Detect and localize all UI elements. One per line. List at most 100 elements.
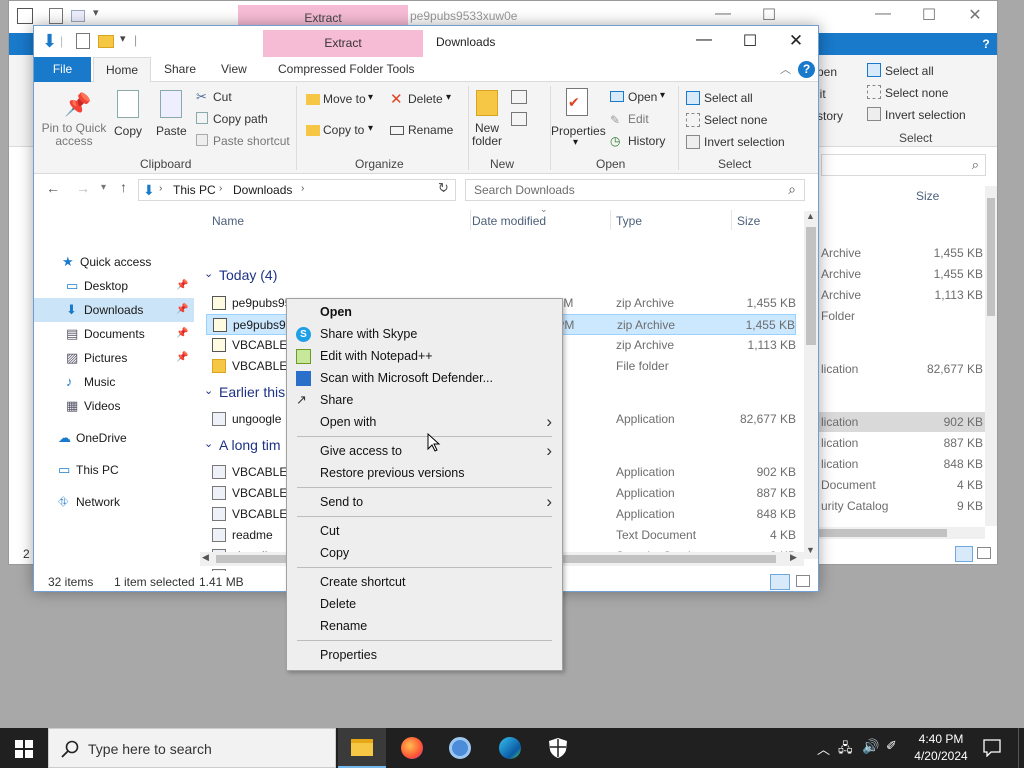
bg-table-row[interactable]: lication 887 KB [817, 433, 985, 453]
breadcrumb-chevron-icon[interactable]: › [159, 183, 162, 194]
column-divider[interactable] [610, 210, 611, 230]
bg-open-button[interactable]: pen [817, 65, 837, 79]
bg-maximize-button[interactable]: ☐ [746, 5, 792, 25]
edit-button[interactable]: Edit [628, 112, 649, 126]
bg-minimize-button-2[interactable]: — [860, 5, 906, 23]
taskbar-search-box[interactable]: Type here to search [48, 728, 336, 768]
extract-tab[interactable]: Extract [263, 30, 423, 57]
nav-item-downloads[interactable]: ⬇ Downloads 📌 [34, 298, 194, 322]
bg-large-icons-view-icon[interactable] [977, 547, 991, 559]
bg-history-button[interactable]: story [817, 109, 843, 123]
paste-shortcut-button[interactable]: Paste shortcut [213, 134, 290, 148]
scroll-right-icon[interactable]: ▶ [790, 552, 797, 563]
copy-path-button[interactable]: Copy path [213, 112, 268, 126]
nav-item-music[interactable]: ♪ Music [34, 370, 194, 394]
history-button[interactable]: History [628, 134, 665, 148]
bg-table-row[interactable]: Archive 1,455 KB [817, 264, 985, 284]
tab-share[interactable]: Share [152, 57, 208, 82]
copy-to-dropdown-icon[interactable]: ▾ [368, 123, 373, 134]
bg-properties-icon[interactable] [49, 8, 63, 24]
pin-icon[interactable]: 📌 [176, 274, 188, 298]
breadcrumb-chevron-icon[interactable]: › [301, 183, 304, 194]
menu-item-open[interactable]: Open [287, 301, 562, 323]
refresh-icon[interactable]: ↻ [438, 180, 449, 196]
bg-select-all-button[interactable]: Select all [885, 64, 934, 78]
chevron-down-icon[interactable]: ⌄ [204, 267, 213, 280]
network-tray-icon[interactable]: 🖧 [838, 739, 853, 761]
search-input[interactable]: Search Downloads ⌕ [465, 179, 805, 201]
details-view-icon[interactable] [770, 574, 790, 590]
column-divider[interactable] [470, 210, 471, 230]
group-header[interactable]: ⌄ Today (4) [204, 266, 794, 286]
select-none-button[interactable]: Select none [704, 113, 767, 127]
recent-locations-icon[interactable]: ▾ [101, 182, 106, 193]
tray-time[interactable]: 4:40 PM [916, 732, 966, 746]
bg-qat-dropdown-icon[interactable]: ▾ [93, 6, 99, 19]
menu-item-delete[interactable]: Delete [287, 593, 562, 615]
taskbar-security[interactable] [536, 728, 580, 768]
properties-dropdown-icon[interactable]: ▾ [573, 137, 578, 148]
nav-item-videos[interactable]: ▦ Videos [34, 394, 194, 418]
tab-view[interactable]: View [209, 57, 259, 82]
easy-access-icon[interactable] [511, 112, 527, 126]
scroll-thumb[interactable] [806, 227, 816, 345]
bg-vertical-scrollbar[interactable] [985, 186, 997, 526]
menu-item-create-shortcut[interactable]: Create shortcut [287, 571, 562, 593]
breadcrumb-this-pc[interactable]: This PC [173, 183, 216, 197]
bg-hscroll-thumb[interactable] [817, 529, 947, 537]
select-all-button[interactable]: Select all [704, 91, 753, 105]
cut-button[interactable]: Cut [213, 90, 232, 104]
menu-item-give-access-to[interactable]: Give access to › [287, 440, 562, 462]
tab-compressed-folder-tools[interactable]: Compressed Folder Tools [266, 57, 427, 82]
bg-select-none-button[interactable]: Select none [885, 86, 948, 100]
bg-details-view-icon[interactable] [955, 546, 973, 562]
paste-button[interactable]: Paste [156, 124, 187, 138]
vertical-scrollbar[interactable]: ▲ ▼ [804, 211, 818, 559]
volume-icon[interactable]: 🔊 [862, 738, 879, 755]
forward-arrow-icon[interactable]: → [76, 180, 90, 196]
tab-home[interactable]: Home [93, 57, 152, 83]
bg-invert-selection-button[interactable]: Invert selection [885, 108, 966, 122]
help-icon[interactable]: ? [798, 61, 815, 78]
scroll-up-icon[interactable]: ▲ [806, 211, 815, 221]
bg-new-folder-icon[interactable] [71, 10, 85, 22]
bg-table-row[interactable]: urity Catalog 9 KB [817, 496, 985, 516]
collapse-ribbon-icon[interactable]: ︿ [780, 61, 791, 77]
rename-button[interactable]: Rename [408, 123, 453, 137]
delete-button[interactable]: Delete [408, 92, 443, 106]
tab-file[interactable]: File [34, 57, 91, 82]
pin-icon[interactable]: 📌 [176, 346, 188, 370]
bg-close-button[interactable]: ✕ [952, 5, 998, 25]
open-dropdown-icon[interactable]: ▾ [660, 90, 665, 101]
bg-table-row[interactable]: lication 902 KB [817, 412, 985, 432]
input-method-icon[interactable]: ✐ [886, 738, 897, 754]
bg-search-box[interactable]: ⌕ [821, 154, 986, 176]
bg-table-row[interactable]: Document 4 KB [817, 475, 985, 495]
large-icons-view-icon[interactable] [796, 575, 810, 587]
taskbar-file-explorer[interactable] [338, 728, 386, 768]
copy-to-button[interactable]: Copy to [323, 123, 364, 137]
invert-selection-button[interactable]: Invert selection [704, 135, 785, 149]
menu-item-share-with-skype[interactable]: Share with Skype S [287, 323, 562, 345]
bg-help-icon[interactable]: ? [977, 35, 995, 53]
open-button[interactable]: Open [628, 90, 657, 104]
qat-dropdown-icon[interactable]: ▾ [120, 32, 126, 45]
scroll-left-icon[interactable]: ◀ [202, 552, 209, 563]
bg-table-row[interactable]: lication 82,677 KB [817, 359, 985, 379]
maximize-button[interactable]: ☐ [727, 31, 773, 51]
chevron-down-icon[interactable]: ⌄ [204, 384, 213, 397]
copy-button[interactable]: Copy [114, 124, 142, 138]
menu-item-cut[interactable]: Cut [287, 520, 562, 542]
new-folder-qat-icon[interactable] [98, 35, 114, 48]
windows-start-icon[interactable] [15, 740, 33, 758]
pin-icon[interactable]: 📌 [176, 322, 188, 346]
title-bar[interactable]: ⬇ | ▾ | Extract Downloads — ☐ ✕ [34, 26, 818, 57]
chevron-down-icon[interactable]: ⌄ [204, 437, 213, 450]
taskbar-firefox[interactable] [390, 728, 434, 768]
close-button[interactable]: ✕ [773, 31, 818, 51]
bg-table-row[interactable]: lication 848 KB [817, 454, 985, 474]
column-date-modified[interactable]: Date modified [472, 214, 546, 228]
nav-item-quick-access[interactable]: ★ Quick access [34, 250, 194, 274]
bg-horizontal-scrollbar[interactable] [817, 527, 985, 539]
tray-date[interactable]: 4/20/2024 [910, 749, 972, 763]
